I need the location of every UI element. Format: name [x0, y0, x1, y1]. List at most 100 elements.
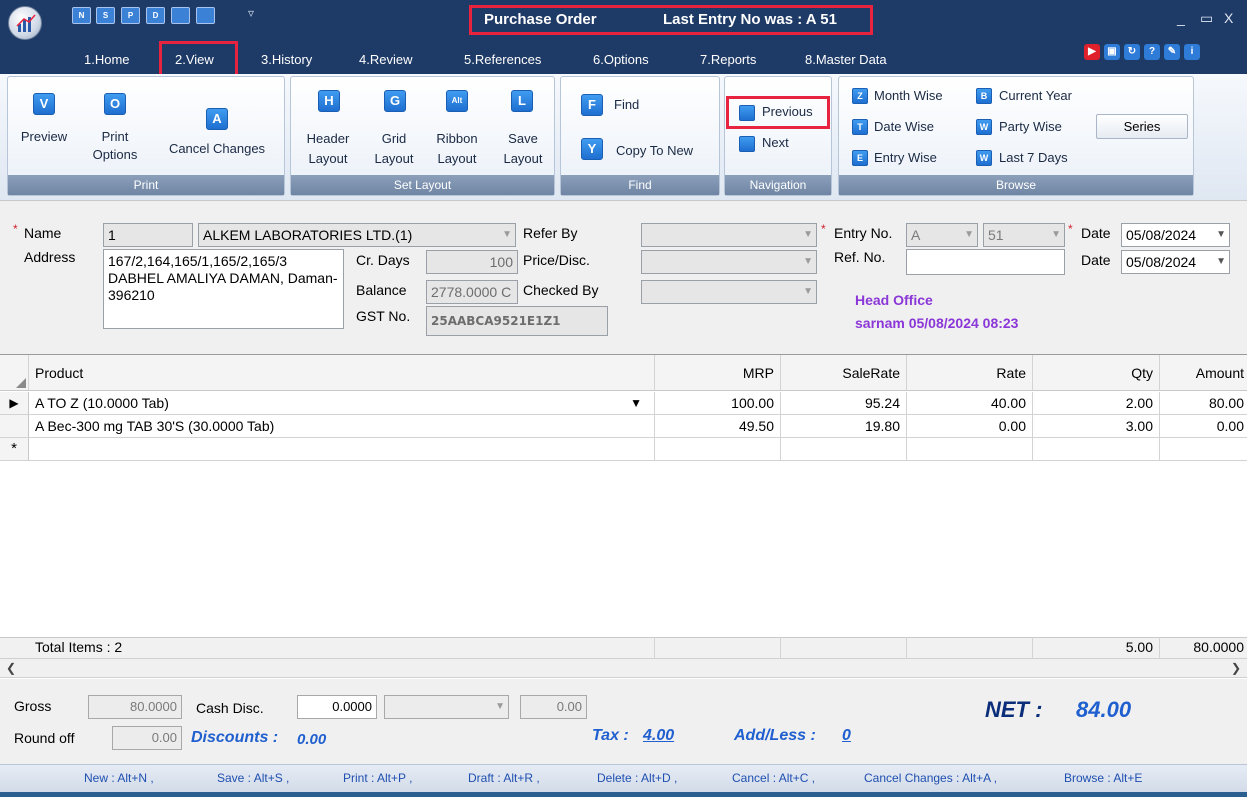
table-cell-qty[interactable]: 3.00	[1033, 415, 1160, 438]
header-layout-icon[interactable]: H	[318, 90, 340, 112]
grid-layout-label-1[interactable]: Grid	[368, 130, 420, 147]
tab-options[interactable]: 6.Options	[593, 52, 649, 67]
column-header-salerate[interactable]: SaleRate	[781, 355, 907, 391]
cancel-changes-icon[interactable]: A	[206, 108, 228, 130]
refer-by-field[interactable]: ▼	[641, 223, 817, 247]
grid-layout-label-2[interactable]: Layout	[368, 150, 420, 167]
cash-disc-field[interactable]: 0.0000	[297, 695, 377, 719]
entry-series-field[interactable]: A ▼	[906, 223, 978, 247]
info-icon[interactable]: i	[1184, 44, 1200, 60]
month-wise-button[interactable]: Month Wise	[874, 88, 943, 103]
quick-previous-icon[interactable]	[171, 7, 190, 24]
header-layout-label-1[interactable]: Header	[302, 130, 354, 147]
chevron-down-icon[interactable]: ▼	[495, 696, 505, 718]
find-icon[interactable]: F	[581, 94, 603, 116]
discounts-value[interactable]: 0.00	[297, 731, 326, 748]
close-button[interactable]: X	[1224, 10, 1233, 26]
quick-access-dropdown-icon[interactable]: ▿	[248, 6, 254, 20]
app-menu-button[interactable]	[8, 6, 42, 40]
preview-button[interactable]: Preview	[18, 128, 70, 145]
tax-value[interactable]: 4.00	[643, 727, 674, 745]
table-cell-amount[interactable]: 80.00	[1160, 392, 1247, 415]
quick-draft-icon[interactable]: D	[146, 7, 165, 24]
save-layout-label-2[interactable]: Layout	[495, 150, 551, 167]
checked-by-field[interactable]: ▼	[641, 280, 817, 304]
copy-to-new-icon[interactable]: Y	[581, 138, 603, 160]
table-cell-mrp[interactable]: 100.00	[655, 392, 781, 415]
address-field[interactable]: 167/2,164,165/1,165/2,165/3 DABHEL AMALI…	[103, 249, 344, 329]
ref-no-field[interactable]	[906, 249, 1065, 275]
preview-icon[interactable]: V	[33, 93, 55, 115]
chevron-down-icon[interactable]: ▼	[1051, 224, 1061, 246]
name-code-field[interactable]: 1	[103, 223, 193, 247]
chevron-down-icon[interactable]: ▼	[803, 281, 813, 303]
chevron-down-icon[interactable]: ▼	[803, 251, 813, 273]
current-year-button[interactable]: Current Year	[999, 88, 1072, 103]
row-selector[interactable]	[0, 415, 29, 438]
tab-review[interactable]: 4.Review	[359, 52, 412, 67]
next-icon[interactable]	[739, 136, 755, 152]
print-options-icon[interactable]: O	[104, 93, 126, 115]
column-header-mrp[interactable]: MRP	[655, 355, 781, 391]
print-options-label-1[interactable]: Print	[92, 128, 138, 145]
notes-icon[interactable]: ✎	[1164, 44, 1180, 60]
column-header-rate[interactable]: Rate	[907, 355, 1033, 391]
new-row-amount[interactable]	[1160, 438, 1247, 461]
scroll-right-icon[interactable]: ❯	[1231, 661, 1241, 675]
new-row-product[interactable]	[29, 438, 655, 461]
scroll-left-icon[interactable]: ❮	[6, 661, 16, 675]
last-7-days-icon[interactable]: W	[976, 150, 992, 166]
cr-days-field[interactable]: 100	[426, 250, 518, 274]
new-row-salerate[interactable]	[781, 438, 907, 461]
table-cell-salerate[interactable]: 19.80	[781, 415, 907, 438]
cash-disc-type-select[interactable]: ▼	[384, 695, 509, 719]
ribbon-layout-label-1[interactable]: Ribbon	[431, 130, 483, 147]
current-row-icon[interactable]: ▶	[0, 392, 29, 415]
youtube-icon[interactable]: ▶	[1084, 44, 1100, 60]
table-cell-rate[interactable]: 40.00	[907, 392, 1033, 415]
minimize-button[interactable]: _	[1177, 10, 1185, 26]
new-row-rate[interactable]	[907, 438, 1033, 461]
date-wise-button[interactable]: Date Wise	[874, 119, 934, 134]
add-less-value[interactable]: 0	[842, 727, 851, 745]
chevron-down-icon[interactable]: ▼	[1216, 224, 1226, 246]
table-row-product[interactable]: A Bec-300 mg TAB 30'S (30.0000 Tab)	[29, 415, 655, 438]
month-wise-icon[interactable]: Z	[852, 88, 868, 104]
table-cell-rate[interactable]: 0.00	[907, 415, 1033, 438]
chevron-down-icon[interactable]: ▼	[502, 224, 512, 246]
last-7-days-button[interactable]: Last 7 Days	[999, 150, 1068, 165]
new-row-qty[interactable]	[1033, 438, 1160, 461]
party-wise-icon[interactable]: W	[976, 119, 992, 135]
maximize-button[interactable]: ▭	[1200, 10, 1213, 27]
entry-number-field[interactable]: 51 ▼	[983, 223, 1065, 247]
tab-references[interactable]: 5.References	[464, 52, 541, 67]
party-wise-button[interactable]: Party Wise	[999, 119, 1062, 134]
cancel-changes-button[interactable]: Cancel Changes	[156, 140, 278, 157]
tab-home[interactable]: 1.Home	[84, 52, 130, 67]
product-dropdown-icon[interactable]: ▼	[630, 392, 642, 414]
chevron-down-icon[interactable]: ▼	[1216, 251, 1226, 273]
table-cell-qty[interactable]: 2.00	[1033, 392, 1160, 415]
date-wise-icon[interactable]: T	[852, 119, 868, 135]
grid-layout-icon[interactable]: G	[384, 90, 406, 112]
chat-icon[interactable]: ▣	[1104, 44, 1120, 60]
tab-history[interactable]: 3.History	[261, 52, 312, 67]
entry-wise-button[interactable]: Entry Wise	[874, 150, 937, 165]
new-row-mrp[interactable]	[655, 438, 781, 461]
table-row-product[interactable]: A TO Z (10.0000 Tab) ▼	[29, 392, 655, 415]
column-header-qty[interactable]: Qty	[1033, 355, 1160, 391]
quick-save-icon[interactable]: S	[96, 7, 115, 24]
print-options-label-2[interactable]: Options	[92, 146, 138, 163]
header-layout-label-2[interactable]: Layout	[302, 150, 354, 167]
ribbon-layout-icon[interactable]: Alt	[446, 90, 468, 112]
date2-field[interactable]: 05/08/2024 ▼	[1121, 250, 1230, 274]
price-disc-field[interactable]: ▼	[641, 250, 817, 274]
date-field[interactable]: 05/08/2024 ▼	[1121, 223, 1230, 247]
quick-next-icon[interactable]	[196, 7, 215, 24]
save-layout-label-1[interactable]: Save	[495, 130, 551, 147]
tab-master-data[interactable]: 8.Master Data	[805, 52, 887, 67]
new-row-icon[interactable]: *	[0, 438, 29, 461]
column-header-product[interactable]: Product	[29, 355, 655, 391]
table-cell-mrp[interactable]: 49.50	[655, 415, 781, 438]
table-cell-amount[interactable]: 0.00	[1160, 415, 1247, 438]
